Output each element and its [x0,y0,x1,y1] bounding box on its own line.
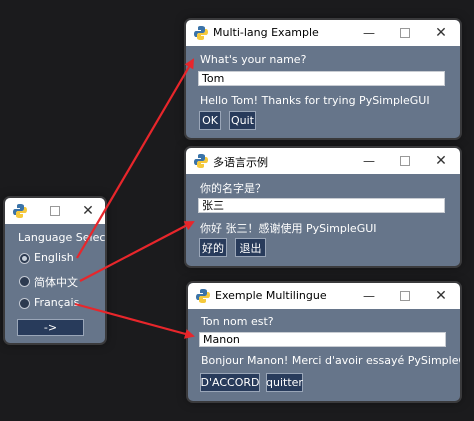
minimize-button[interactable]: — [350,20,388,46]
ok-button[interactable]: OK [199,111,221,130]
window-title: 多语言示例 [213,156,268,169]
minimize-icon: — [363,289,375,303]
minimize-icon: — [363,154,375,168]
window-title: Exemple Multilingue [215,289,327,302]
close-button[interactable]: ✕ [422,283,460,309]
maximize-button[interactable] [386,148,424,174]
radio-french[interactable] [19,298,30,309]
maximize-button[interactable] [386,20,424,46]
radio-french-label[interactable]: Français [34,296,79,309]
close-button[interactable]: ✕ [422,20,460,46]
ok-button[interactable]: D'ACCORD [200,373,260,392]
name-prompt: Ton nom est? [201,315,274,328]
close-icon: ✕ [435,288,447,304]
minimize-button[interactable]: — [350,283,388,309]
chinese-titlebar: 多语言示例 — ✕ [186,148,460,174]
language-label: Language Selec [18,231,105,244]
quit-button[interactable]: 退出 [235,238,266,257]
radio-chinese-label[interactable]: 简体中文 [34,274,78,290]
radio-english[interactable] [19,253,30,264]
window-title: Multi-lang Example [213,26,319,39]
quit-button[interactable]: Quit [229,111,256,130]
maximize-icon [400,156,410,166]
greeting-text: Bonjour Manon! Merci d'avoir essayé PySi… [201,354,460,367]
python-logo-icon [194,26,208,40]
python-logo-icon [196,289,210,303]
radio-chinese[interactable] [19,276,30,287]
go-button[interactable]: -> [17,319,84,336]
python-logo-icon [13,204,27,218]
name-prompt: What's your name? [200,53,307,66]
close-button[interactable]: ✕ [71,198,105,224]
maximize-icon [50,206,60,216]
close-button[interactable]: ✕ [422,148,460,174]
name-input[interactable]: 张三 [198,198,445,213]
name-prompt: 你的名字是？ [200,182,266,195]
greeting-text: Hello Tom! Thanks for trying PySimpleGUI [200,94,430,107]
chinese-window: 多语言示例 — ✕ 你的名字是？ 张三 你好 张三！感谢使用 PySimpleG… [186,148,460,266]
python-logo-icon [194,154,208,168]
french-titlebar: Exemple Multilingue — ✕ [188,283,460,309]
english-window: Multi-lang Example — ✕ What's your name?… [186,20,460,138]
maximize-button[interactable] [386,283,424,309]
launcher-window: ✕ Language Selec English 简体中文 Français -… [5,198,105,343]
maximize-icon [400,28,410,38]
close-icon: ✕ [82,203,94,219]
minimize-button[interactable]: — [350,148,388,174]
close-icon: ✕ [435,153,447,169]
english-titlebar: Multi-lang Example — ✕ [186,20,460,46]
quit-button[interactable]: quitter [266,373,303,392]
greeting-text: 你好 张三！感谢使用 PySimpleGUI [200,222,377,235]
maximize-button[interactable] [39,198,71,224]
radio-english-label[interactable]: English [34,251,74,264]
launcher-titlebar: ✕ [5,198,105,224]
minimize-icon: — [363,26,375,40]
ok-button[interactable]: 好的 [199,238,227,257]
french-window: Exemple Multilingue — ✕ Ton nom est? Man… [188,283,460,401]
maximize-icon [400,291,410,301]
name-input[interactable]: Manon [199,332,446,347]
close-icon: ✕ [435,25,447,41]
name-input[interactable]: Tom [198,71,445,86]
